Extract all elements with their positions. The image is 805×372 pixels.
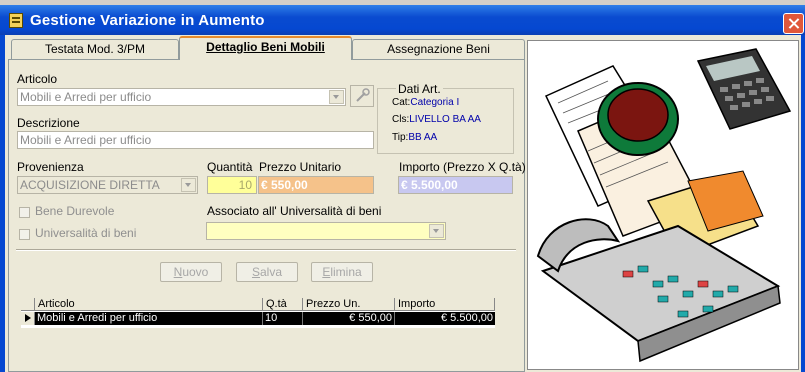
bene-durevole-checkbox[interactable] (19, 207, 30, 218)
dati-art-tip: Tip:BB AA (392, 132, 437, 143)
tab-dettaglio-beni-mobili[interactable]: Dettaglio Beni Mobili (179, 36, 352, 60)
cat-value: Categoria I (410, 97, 460, 108)
cell-prezzo[interactable]: € 550,00 (303, 312, 395, 325)
grid-corner (21, 298, 35, 311)
tip-label: Tip: (392, 132, 409, 143)
descrizione-field[interactable]: Mobili e Arredi per ufficio (17, 131, 374, 149)
descrizione-label: Descrizione (17, 116, 80, 130)
prezzo-unitario-label: Prezzo Unitario (259, 160, 342, 174)
window-titlebar[interactable]: Gestione Variazione in Aumento (0, 5, 805, 35)
button-label: limina (330, 265, 362, 279)
provenienza-label: Provenienza (17, 160, 84, 174)
cell-importo[interactable]: € 5.500,00 (395, 312, 495, 325)
button-accelerator: S (251, 265, 260, 279)
associato-label: Associato all' Universalità di beni (207, 204, 382, 218)
universalita-label: Universalità di beni (35, 226, 137, 240)
column-header-importo[interactable]: Importo (395, 298, 495, 311)
chevron-down-icon[interactable] (329, 90, 344, 104)
close-icon[interactable] (783, 13, 804, 34)
mug-coffee (607, 88, 669, 142)
cat-label: Cat: (392, 97, 411, 108)
form-icon (9, 13, 23, 28)
tip-value: BB AA (408, 132, 438, 143)
importo-field[interactable]: € 5.500,00 (398, 176, 513, 194)
tab-label: Dettaglio Beni Mobili (206, 40, 325, 54)
quantita-value: 10 (238, 178, 252, 192)
articolo-value: Mobili e Arredi per ufficio (20, 90, 152, 104)
tab-label: Assegnazione Beni (387, 42, 490, 56)
provenienza-select[interactable]: ACQUISIZIONE DIRETTA (17, 176, 198, 194)
office-illustration (536, 48, 792, 363)
button-label: alva (260, 265, 283, 279)
articolo-select[interactable]: Mobili e Arredi per ufficio (17, 88, 346, 106)
importo-label: Importo (Prezzo X Q.tà) (399, 160, 526, 174)
quantita-label: Quantità (207, 160, 253, 174)
cls-value: LIVELLO BA AA (409, 114, 481, 125)
prezzo-value: € 550,00 (261, 178, 308, 192)
tab-label: Testata Mod. 3/PM (44, 42, 146, 56)
chevron-down-icon[interactable] (181, 178, 196, 192)
dati-art-cat: Cat:Categoria I (392, 97, 459, 108)
cls-label: Cls: (392, 114, 410, 125)
separator (16, 249, 516, 251)
importo-value: € 5.500,00 (401, 178, 458, 192)
window-frame-right (801, 35, 805, 372)
universalita-checkbox[interactable] (19, 229, 30, 240)
window-frame-left (0, 35, 5, 372)
descrizione-value: Mobili e Arredi per ufficio (20, 133, 152, 147)
chevron-down-icon[interactable] (429, 224, 444, 238)
tab-testata[interactable]: Testata Mod. 3/PM (11, 39, 179, 59)
cell-articolo[interactable]: Mobili e Arredi per ufficio (35, 312, 263, 325)
salva-button[interactable]: Salva (236, 262, 298, 282)
button-accelerator: N (173, 265, 183, 279)
search-key-icon[interactable] (350, 85, 374, 107)
column-header-qta[interactable]: Q.tà (263, 298, 303, 311)
associato-select[interactable] (206, 222, 446, 240)
window-title: Gestione Variazione in Aumento (30, 12, 265, 29)
prezzo-unitario-field[interactable]: € 550,00 (258, 176, 374, 194)
detail-grid[interactable]: Articolo Q.tà Prezzo Un. Importo Mobili … (21, 298, 495, 328)
dati-art-title: Dati Art. (396, 82, 443, 96)
cell-qta[interactable]: 10 (263, 312, 303, 325)
column-header-prezzo[interactable]: Prezzo Un. (303, 298, 395, 311)
articolo-label: Articolo (17, 72, 58, 86)
elimina-button[interactable]: Elimina (311, 262, 373, 282)
column-header-articolo[interactable]: Articolo (35, 298, 263, 311)
row-selector-icon[interactable] (21, 312, 35, 325)
nuovo-button[interactable]: Nuovo (160, 262, 222, 282)
bene-durevole-label: Bene Durevole (35, 204, 115, 218)
provenienza-value: ACQUISIZIONE DIRETTA (20, 178, 160, 192)
button-label: uovo (182, 265, 209, 279)
tab-assegnazione-beni[interactable]: Assegnazione Beni (352, 39, 525, 59)
quantita-field[interactable]: 10 (207, 176, 257, 194)
office-clipart-image (527, 40, 799, 370)
dati-art-cls: Cls:LIVELLO BA AA (392, 114, 481, 125)
